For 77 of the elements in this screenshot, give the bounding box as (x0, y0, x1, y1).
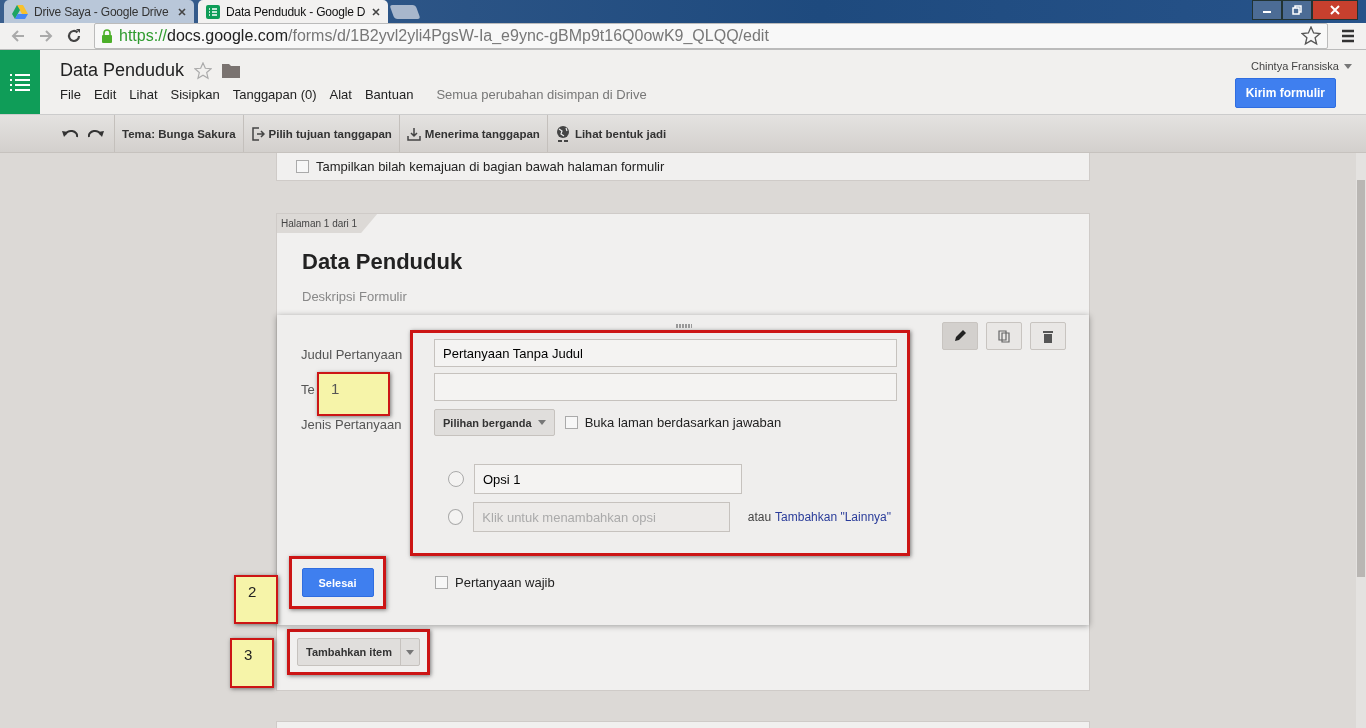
help-text-field[interactable] (434, 373, 897, 401)
forward-icon[interactable] (38, 28, 54, 44)
folder-icon[interactable] (222, 63, 241, 78)
url-text: https://docs.google.com/forms/d/1B2yvl2yli4PgsW-Ia_e9ync-gBMp9t16Q0owK9_QLQQ/edit (119, 27, 770, 45)
trash-icon (1041, 329, 1055, 343)
star-icon[interactable] (1301, 26, 1321, 46)
other-option-prefix: atau (747, 510, 772, 524)
edit-button[interactable] (942, 322, 978, 350)
add-option-field[interactable]: Klik untuk menambahkan opsi (473, 502, 730, 532)
document-title[interactable]: Data Penduduk (60, 60, 185, 81)
browser-tab[interactable]: Drive Saya - Google Drive (4, 0, 194, 23)
restore-button[interactable] (1282, 0, 1312, 20)
add-other-link[interactable]: Tambahkan "Lainnya" (775, 510, 891, 524)
list-logo-icon (206, 4, 220, 19)
radio-button[interactable] (448, 471, 464, 487)
menu-item[interactable]: Sisipkan (170, 87, 220, 102)
option-field[interactable]: Opsi 1 (474, 464, 742, 494)
delete-button[interactable] (1030, 322, 1066, 350)
caret-icon (537, 420, 546, 425)
app-logo-icon[interactable] (0, 50, 40, 114)
close-button[interactable] (1312, 0, 1358, 20)
radio-button[interactable] (448, 509, 464, 525)
back-icon[interactable] (10, 28, 26, 44)
done-button[interactable]: Selesai (301, 568, 374, 597)
toolbar-button[interactable]: Lihat bentuk jadi (547, 124, 674, 143)
drag-handle-icon[interactable] (676, 324, 692, 328)
triangle-logo-icon (12, 4, 28, 19)
pencil-icon (953, 329, 967, 343)
minimize-button[interactable] (1252, 0, 1282, 20)
restore-icon (1292, 5, 1302, 15)
close-icon (1330, 5, 1340, 15)
add-item-button[interactable]: Tambahkan item (297, 638, 420, 666)
page-badge: Halaman 1 dari 1 (277, 214, 378, 233)
question-title-field[interactable]: Pertanyaan Tanpa Judul (434, 339, 897, 367)
menu-item[interactable]: File (60, 87, 81, 102)
globe-icon (554, 124, 571, 143)
menu-item[interactable]: Alat (329, 87, 352, 102)
menu-item[interactable]: Lihat (129, 87, 158, 102)
address-bar[interactable]: https://docs.google.com/forms/d/1B2yvl2yli4PgsW-Ia_e9ync-gBMp9t16Q0owK9_QLQQ/edit (94, 23, 1328, 49)
reload-icon[interactable] (66, 28, 82, 44)
caret-icon[interactable] (1344, 63, 1352, 69)
toolbar-button[interactable]: Pilih tujuan tanggapan (243, 126, 399, 141)
new-tab-button[interactable] (389, 5, 421, 19)
lock-icon (101, 29, 113, 43)
callout-number: 1 (317, 372, 390, 416)
star-icon[interactable] (194, 61, 213, 80)
browser-tab[interactable]: Data Penduduk - Google D (198, 0, 388, 23)
progress-bar-option[interactable]: Tampilkan bilah kemajuan di bagian bawah halaman formulir (296, 159, 665, 174)
send-form-button[interactable]: Kirim formulir (1234, 78, 1336, 108)
scrollbar[interactable] (1356, 153, 1366, 728)
callout-number: 2 (234, 575, 278, 624)
undo-icon[interactable] (62, 127, 78, 140)
required-question-option[interactable]: Pertanyaan wajib (435, 574, 555, 590)
menu-icon[interactable] (1340, 28, 1356, 44)
save-status: Semua perubahan disimpan di Drive (436, 87, 647, 102)
menu-item[interactable]: Tanggapan (0) (232, 87, 317, 102)
field-label: Jenis Pertanyaan (301, 417, 402, 433)
field-label: Judul Pertanyaan (301, 347, 403, 363)
form-title[interactable]: Data Penduduk (302, 249, 463, 275)
duplicate-button[interactable] (986, 322, 1022, 350)
redo-icon[interactable] (88, 127, 104, 140)
close-icon[interactable] (372, 7, 380, 16)
user-account-menu[interactable]: Chintya Fransiska (1250, 60, 1339, 72)
callout-number: 3 (230, 638, 274, 688)
branch-option[interactable]: Buka laman berdasarkan jawaban (564, 415, 782, 430)
export-icon (250, 126, 265, 141)
caret-icon (406, 649, 414, 655)
field-label: Te (301, 382, 315, 398)
copy-icon (997, 329, 1011, 343)
close-icon[interactable] (178, 7, 186, 16)
menu-item[interactable]: Bantuan (364, 87, 414, 102)
theme-button[interactable]: Tema: Bunga Sakura (115, 127, 243, 140)
download-icon (406, 126, 421, 141)
question-type-dropdown[interactable]: Pilihan berganda (434, 409, 555, 436)
form-description-field[interactable]: Deskripsi Formulir (300, 287, 604, 306)
toolbar-button[interactable]: Menerima tanggapan (399, 126, 547, 141)
menu-item[interactable]: Edit (93, 87, 117, 102)
